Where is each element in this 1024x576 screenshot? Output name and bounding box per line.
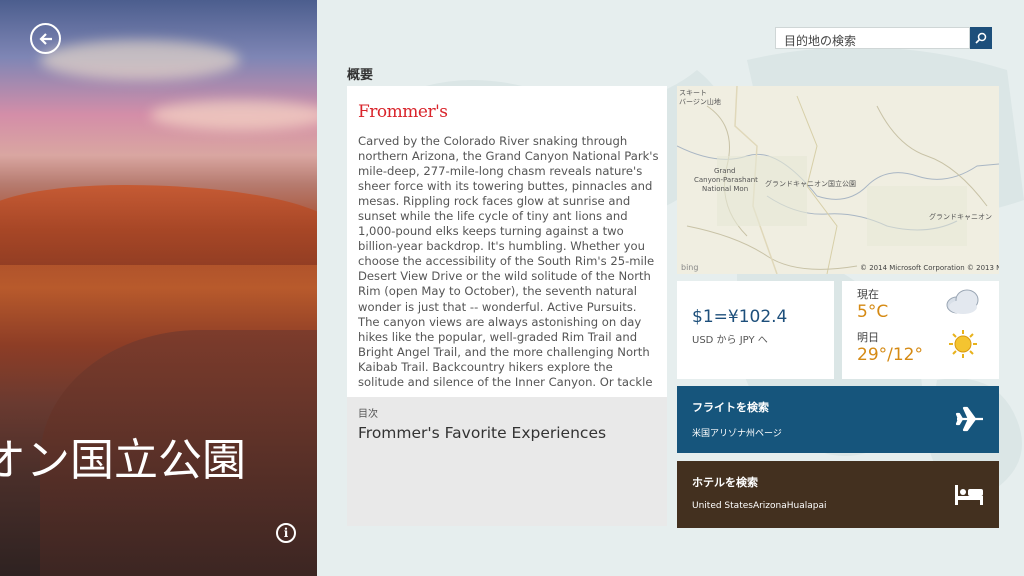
section-title: 概要 — [347, 68, 374, 83]
cloud-icon — [946, 289, 979, 314]
search-icon — [975, 32, 987, 44]
toc-item-favorite-experiences[interactable]: Frommer's Favorite Experiences — [358, 424, 656, 442]
airplane-icon — [955, 406, 983, 432]
currency-pair: USD から JPY へ — [692, 335, 768, 346]
back-button[interactable] — [30, 23, 61, 54]
map-copyright: © 2014 Microsoft Corporation © 2013 Noki… — [860, 264, 999, 272]
flight-subtitle: 米国アリゾナ州ページ — [692, 429, 782, 439]
map-label: Canyon-Parashant — [694, 176, 758, 184]
flight-search-tile[interactable]: フライトを検索 米国アリゾナ州ページ — [677, 386, 999, 453]
search-input[interactable]: 目的地の検索 — [775, 27, 970, 49]
toc-label: 目次 — [358, 409, 378, 420]
flight-title: フライトを検索 — [692, 401, 769, 414]
weather-now-label: 現在 — [857, 288, 879, 301]
info-icon: i — [283, 526, 289, 540]
frommers-logo: Frommer's — [358, 102, 448, 122]
weather-now-temp: 5°C — [857, 302, 889, 322]
currency-rate: $1=¥102.4 — [692, 307, 788, 327]
map-label: Grand — [714, 167, 736, 175]
bing-logo: bing — [681, 263, 699, 272]
back-arrow-icon — [38, 32, 52, 45]
hero-title: オン国立公園 — [0, 435, 246, 486]
hotel-title: ホテルを検索 — [692, 476, 758, 489]
weather-tile[interactable]: 現在 5°C 明日 29°/12° — [842, 281, 999, 379]
table-of-contents: 目次 Frommer's Favorite Experiences — [347, 397, 667, 526]
map-tile[interactable]: スキート バージン山地 Grand Canyon-Parashant Natio… — [677, 86, 999, 274]
weather-tomorrow-temp: 29°/12° — [857, 345, 923, 365]
bed-icon — [955, 485, 983, 505]
sun-icon — [949, 330, 977, 358]
map-label: グランドキャニオン — [929, 213, 992, 221]
currency-tile[interactable]: $1=¥102.4 USD から JPY へ — [677, 281, 834, 379]
hotel-search-tile[interactable]: ホテルを検索 United StatesArizonaHualapai — [677, 461, 999, 528]
hero-image: オン国立公園 i — [0, 0, 317, 576]
map-label: バージン山地 — [679, 98, 721, 106]
hero-cloud — [150, 100, 317, 130]
search-button[interactable] — [970, 27, 992, 49]
overview-text: Carved by the Colorado River snaking thr… — [358, 134, 659, 391]
weather-tomorrow-label: 明日 — [857, 331, 879, 344]
overview-card[interactable]: Frommer's Carved by the Colorado River s… — [347, 86, 667, 526]
hero-cliff — [0, 185, 317, 265]
hero-cloud — [40, 40, 240, 80]
info-button[interactable]: i — [276, 523, 296, 543]
map-label: グランドキャニオン国立公園 — [765, 180, 856, 188]
hotel-subtitle: United StatesArizonaHualapai — [692, 501, 827, 511]
map-label: National Mon — [702, 185, 749, 193]
